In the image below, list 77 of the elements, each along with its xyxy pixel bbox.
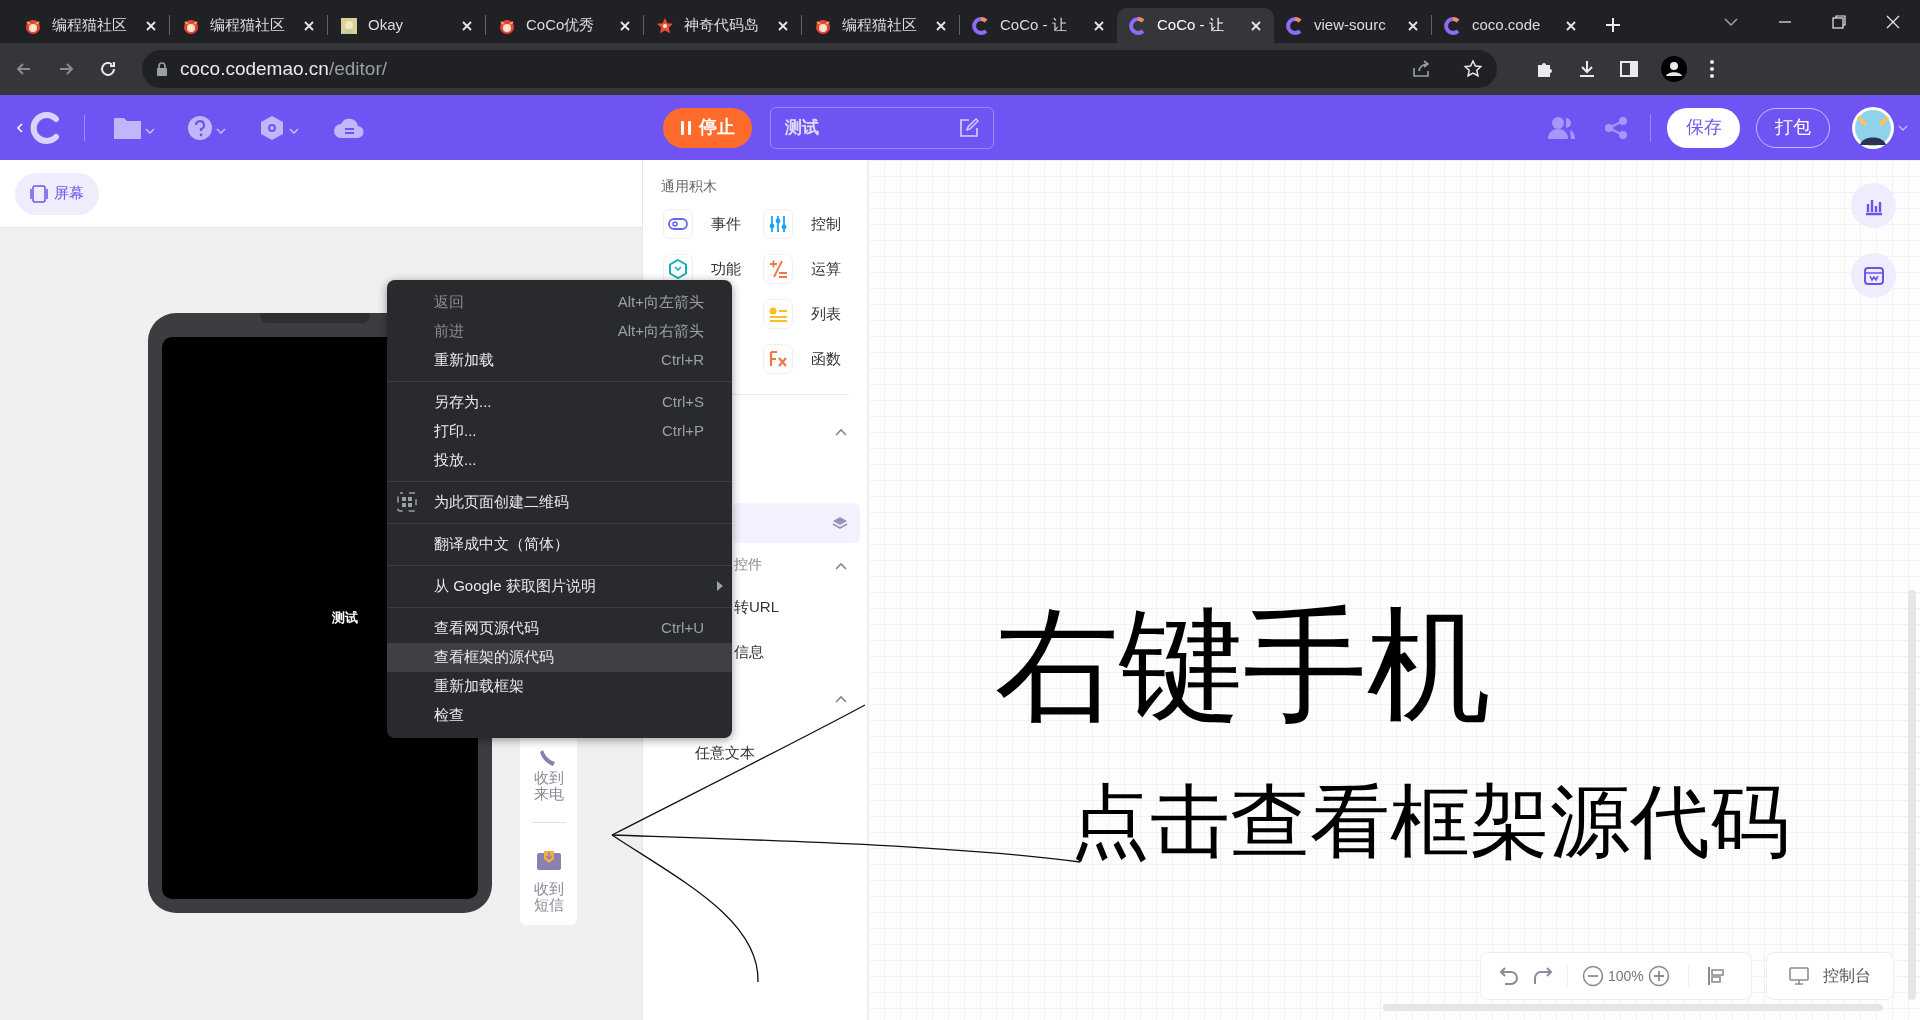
download-icon[interactable] — [1577, 59, 1597, 79]
close-icon[interactable] — [935, 19, 947, 32]
section-title: 控件 — [734, 555, 762, 574]
close-icon[interactable] — [619, 19, 631, 32]
section-title: 通用积木 — [661, 177, 718, 196]
profile-icon[interactable] — [1661, 56, 1687, 82]
caret-icon[interactable] — [1898, 123, 1908, 132]
zoom-in-icon[interactable] — [1647, 965, 1670, 987]
qr-code-icon — [397, 492, 417, 512]
close-icon[interactable] — [461, 19, 473, 32]
close-icon[interactable] — [145, 19, 157, 32]
side-panel-icon[interactable] — [1619, 59, 1639, 79]
statistics-button[interactable] — [1851, 183, 1896, 228]
annotation-title: 右键手机 — [995, 600, 1491, 730]
store-button[interactable] — [1851, 253, 1896, 298]
annotation-subtitle: 点击查看框架源代码 — [1070, 780, 1790, 864]
menu-item[interactable]: 查看框架的源代码 — [387, 643, 732, 672]
star-icon[interactable] — [1463, 59, 1483, 79]
lock-icon — [156, 62, 168, 76]
redo-icon[interactable] — [1531, 966, 1553, 986]
c-logo-icon — [1444, 16, 1462, 35]
submenu-arrow-icon — [716, 580, 724, 592]
collapse-icon[interactable] — [835, 428, 847, 436]
c-logo-icon — [1286, 16, 1304, 35]
address-bar[interactable]: coco.codemao.cn/editor/ — [142, 50, 1497, 88]
screen-label: 测试 — [332, 609, 358, 628]
collaborators-icon[interactable] — [1548, 115, 1576, 140]
close-icon[interactable] — [1885, 14, 1901, 30]
plus-minus-icon[interactable] — [767, 258, 789, 280]
close-icon[interactable] — [777, 19, 789, 32]
zoom-out-icon[interactable] — [1582, 965, 1604, 987]
side-label[interactable]: 收到短信 — [532, 881, 565, 913]
hexagon-icon[interactable] — [667, 258, 689, 280]
block-category[interactable]: 函数 — [811, 347, 841, 371]
project-name-field[interactable]: 测试 — [770, 106, 994, 149]
close-icon[interactable] — [1565, 19, 1577, 32]
close-icon[interactable] — [303, 19, 315, 32]
close-icon[interactable] — [1250, 19, 1262, 32]
store-icon — [1862, 265, 1885, 286]
restore-icon[interactable] — [1831, 14, 1847, 30]
block-label[interactable]: 信息 — [734, 641, 764, 664]
url-text: coco.codemao.cn/editor/ — [180, 56, 387, 81]
close-icon[interactable] — [1407, 19, 1419, 32]
monitor-icon — [1789, 967, 1809, 985]
new-tab-icon[interactable] — [1605, 17, 1621, 33]
align-icon[interactable] — [1706, 966, 1725, 986]
star-icon — [656, 16, 674, 35]
pause-icon — [680, 120, 691, 135]
c-logo-icon — [1129, 16, 1147, 35]
reload-icon[interactable] — [98, 59, 118, 79]
back-caret-icon[interactable] — [16, 121, 24, 134]
block-label[interactable]: 转URL — [734, 596, 779, 619]
block-category[interactable]: 列表 — [811, 302, 841, 326]
c-logo-icon — [972, 16, 990, 35]
avatar-icon[interactable] — [1852, 106, 1894, 149]
side-label[interactable]: 收到来电 — [532, 770, 565, 802]
block-label[interactable]: 任意文本 — [695, 742, 755, 765]
save-button[interactable]: 保存 — [1667, 107, 1740, 148]
menu-icon[interactable] — [1709, 59, 1715, 79]
block-category[interactable]: 控制 — [811, 212, 841, 236]
block-category[interactable]: 功能 — [711, 257, 741, 281]
share-icon[interactable] — [1411, 59, 1431, 79]
collapse-icon[interactable] — [835, 695, 847, 703]
layers-icon[interactable] — [832, 515, 848, 531]
console-button[interactable]: 控制台 — [1766, 952, 1894, 1000]
undo-icon[interactable] — [1499, 966, 1521, 986]
image-thumbnail-icon — [340, 16, 358, 35]
close-icon[interactable] — [1093, 19, 1105, 32]
zoom-level: 100% — [1608, 966, 1644, 986]
screen-button[interactable]: 屏幕 — [15, 172, 99, 215]
phone-icon — [30, 184, 48, 203]
browser-tab[interactable]: CoCo - 让 — [1117, 8, 1274, 43]
block-category[interactable]: 运算 — [811, 257, 841, 281]
block-category[interactable]: 事件 — [711, 212, 741, 236]
edit-icon[interactable] — [959, 117, 979, 138]
collapse-icon[interactable] — [835, 562, 847, 570]
sliders-icon[interactable] — [767, 213, 789, 235]
